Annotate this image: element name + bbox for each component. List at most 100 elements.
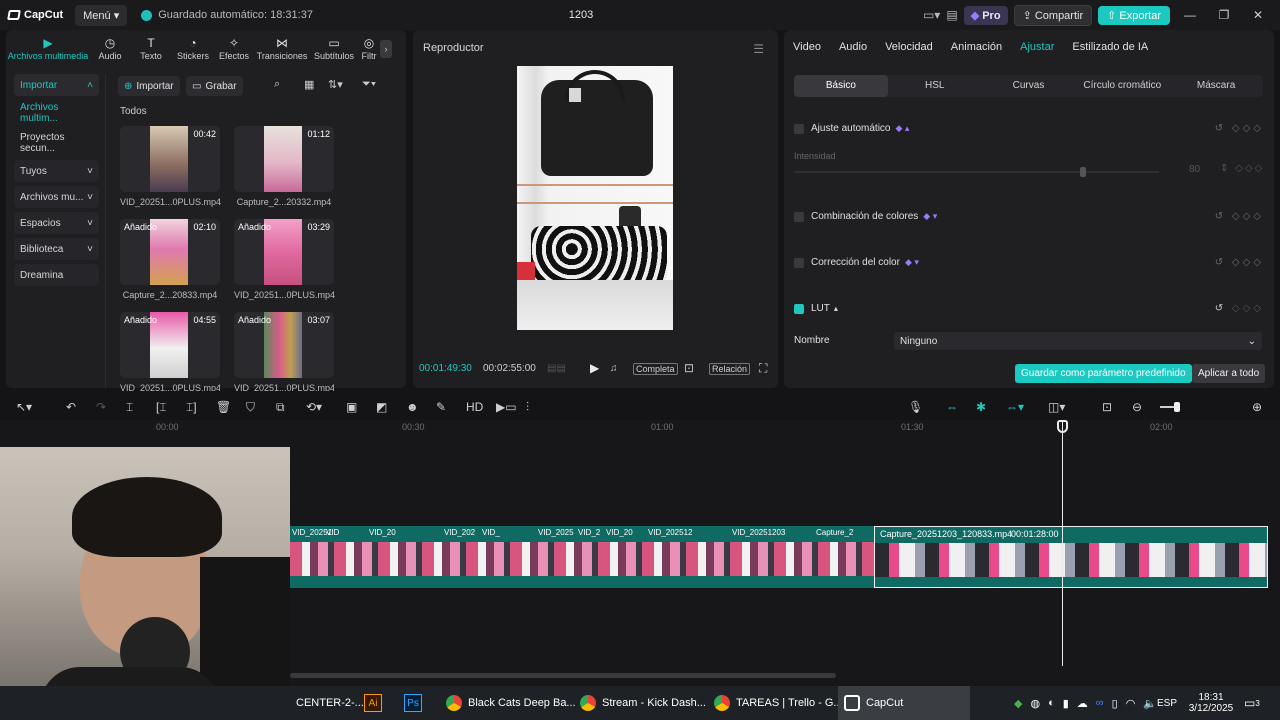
language-indicator[interactable]: ESP xyxy=(1157,686,1177,720)
shortcut-icon[interactable]: ▤ xyxy=(946,8,957,22)
media-clip[interactable]: Añadido 03:29 VID_20251...0PLUS.mp4 xyxy=(234,219,335,300)
notification-icon[interactable]: ▭ 3 xyxy=(1244,686,1260,720)
menu-button[interactable]: Menú ▾ xyxy=(75,4,128,26)
media-clip[interactable]: 00:42 VID_20251...0PLUS.mp4 xyxy=(120,126,221,207)
reset-keyframe-icon[interactable]: ↺ ◇◇◇ xyxy=(1215,211,1264,222)
auto-snap-icon[interactable]: ✱ xyxy=(976,400,986,414)
reset-keyframe-icon[interactable]: ↺ ◇◇◇ xyxy=(1215,123,1264,134)
crop-icon[interactable]: ⧉ xyxy=(276,400,285,415)
intensity-slider[interactable] xyxy=(794,171,1159,173)
intensity-value[interactable]: 80 xyxy=(1189,164,1200,175)
subtab-color-wheel[interactable]: Círculo cromático xyxy=(1075,75,1169,97)
zoom-slider-handle[interactable] xyxy=(1174,402,1180,412)
minimize-icon[interactable]: — xyxy=(1176,8,1204,22)
subtab-hsl[interactable]: HSL xyxy=(888,75,982,97)
save-preset-button[interactable]: Guardar como parámetro predefinido xyxy=(1015,364,1192,383)
grid-view-icon[interactable]: ▦ xyxy=(304,78,314,91)
tab-speed[interactable]: Velocidad xyxy=(876,41,942,53)
preview-axis-icon[interactable]: ◫▾ xyxy=(1048,400,1065,414)
transform-icon[interactable]: ◩ xyxy=(376,400,387,414)
tab-media[interactable]: ▶ Archivos multimedia xyxy=(6,32,90,68)
audio-wave-icon[interactable]: ⫶ xyxy=(526,400,529,415)
wifi-icon[interactable]: ◠ xyxy=(1126,697,1136,710)
record-button[interactable]: ▭ Grabar xyxy=(186,76,243,96)
sidebar-item-import[interactable]: Importar ˄ xyxy=(14,74,99,96)
tab-subtitles[interactable]: ▭ Subtítulos xyxy=(310,32,358,68)
tray-icon[interactable]: ◐ xyxy=(1048,697,1055,709)
media-clip[interactable]: Añadido 03:07 VID_20251...0PLUS.mp4 xyxy=(234,312,334,391)
layout-icon[interactable]: ▭▾ xyxy=(923,8,940,22)
color-correction-checkbox[interactable] xyxy=(794,257,804,268)
playhead[interactable] xyxy=(1062,420,1063,666)
media-clip[interactable]: Añadido 04:55 VID_20251...0PLUS.mp4 xyxy=(120,312,220,391)
sidebar-item-library[interactable]: Biblioteca ˅ xyxy=(14,238,99,260)
import-button[interactable]: ⊕ Importar xyxy=(118,76,180,96)
clock[interactable]: 18:31 3/12/2025 xyxy=(1186,686,1236,720)
undo-icon[interactable]: ↶ xyxy=(66,400,76,414)
lut-checkbox[interactable] xyxy=(794,303,804,314)
photoshop-icon[interactable]: Ps xyxy=(398,686,428,720)
sidebar-item-secondary-projects[interactable]: Proyectos secun... xyxy=(14,130,99,156)
search-icon[interactable]: ⌕ xyxy=(274,78,280,91)
full-button[interactable]: Completa xyxy=(633,363,678,375)
apply-all-button[interactable]: Aplicar a todo xyxy=(1192,364,1266,383)
delete-icon[interactable]: 🗑 xyxy=(216,400,231,414)
sidebar-item-media-files-2[interactable]: Archivos mu... ˅ xyxy=(14,186,99,208)
video-track-clips[interactable]: VID_20251 VID VID_20 VID_202 VID_ VID_20… xyxy=(290,526,874,588)
mask-shield-icon[interactable]: ⛉ xyxy=(246,400,255,415)
sidebar-item-media-files[interactable]: Archivos multim... xyxy=(14,100,99,126)
redo-icon[interactable]: ↷ xyxy=(96,400,106,414)
split-left-icon[interactable]: [⌶ xyxy=(156,400,167,415)
reset-keyframe-icon[interactable]: ↺ ◇◇◇ xyxy=(1215,257,1264,268)
tab-audio[interactable]: Audio xyxy=(830,41,876,53)
timeline-scrollbar[interactable] xyxy=(290,673,836,678)
volume-icon[interactable]: 🔈 xyxy=(1143,697,1157,710)
tab-effects[interactable]: ✧ Efectos xyxy=(214,32,254,68)
sidebar-item-spaces[interactable]: Espacios ˅ xyxy=(14,212,99,234)
music-note-icon[interactable]: ♫ xyxy=(610,363,618,374)
tab-text[interactable]: T Texto xyxy=(130,32,172,68)
tab-stickers[interactable]: ◔ Stickers xyxy=(172,32,214,68)
tab-audio[interactable]: ◷ Audio xyxy=(90,32,130,68)
hd-icon[interactable]: HD xyxy=(466,400,483,414)
battery-icon[interactable]: ▯ xyxy=(1112,697,1118,710)
magnet-link-icon[interactable]: ⇔ xyxy=(946,400,958,414)
sidebar-item-yours[interactable]: Tuyos ˅ xyxy=(14,160,99,182)
illustrator-icon[interactable]: Ai xyxy=(358,686,388,720)
tab-adjust[interactable]: Ajustar xyxy=(1011,41,1063,53)
tray-icon[interactable]: ◍ xyxy=(1030,697,1040,710)
mic-tray-icon[interactable]: ▮ xyxy=(1063,697,1069,710)
ratio-button[interactable]: Relación xyxy=(709,363,751,375)
taskbar-item[interactable]: Stream - Kick Dash... xyxy=(574,686,712,720)
selected-clip[interactable]: Capture_20251203_120833.mp4 00:01:28:00 xyxy=(874,526,1268,588)
lut-name-select[interactable]: Ninguno ⌄ xyxy=(894,332,1262,350)
share-button[interactable]: ⇪ Compartir xyxy=(1013,4,1093,26)
meta-icon[interactable]: ∞ xyxy=(1096,697,1104,709)
sidebar-item-dreamina[interactable]: Dreamina xyxy=(14,264,99,286)
close-icon[interactable]: ✕ xyxy=(1244,8,1272,22)
fullscreen-icon[interactable]: ⛶ xyxy=(759,361,767,376)
subtab-curves[interactable]: Curvas xyxy=(982,75,1076,97)
filter-funnel-icon[interactable]: ⏷▾ xyxy=(362,78,376,91)
split-right-icon[interactable]: ⌶] xyxy=(186,400,197,415)
subtab-basic[interactable]: Básico xyxy=(794,75,888,97)
export-button[interactable]: ⇧ Exportar xyxy=(1098,5,1170,25)
replace-icon[interactable]: ▣ xyxy=(346,400,357,414)
sort-icon[interactable]: ⇅▾ xyxy=(328,78,343,91)
select-cursor-icon[interactable]: ↖▾ xyxy=(16,400,32,414)
stepper-keyframe-icon[interactable]: ⇕ ◇◇◇ xyxy=(1220,163,1264,174)
person-cutout-icon[interactable]: ☻ xyxy=(406,400,419,414)
tab-transitions[interactable]: ⋈ Transiciones xyxy=(254,32,310,68)
tray-app-icon[interactable]: ◆ xyxy=(1014,697,1022,710)
split-icon[interactable]: ⌶ xyxy=(126,400,133,415)
timeline-list-icon[interactable]: ▤▤ xyxy=(547,363,566,374)
link-icon[interactable]: ⇔▾ xyxy=(1006,400,1024,414)
cloud-icon[interactable]: ☁ xyxy=(1077,697,1088,710)
reset-icon[interactable]: ↺ ◇◇◇ xyxy=(1215,303,1264,314)
tab-filters[interactable]: ◎ Filtr xyxy=(358,32,380,68)
video-preview[interactable] xyxy=(517,66,673,330)
color-match-checkbox[interactable] xyxy=(794,211,804,222)
zoom-in-icon[interactable]: ⊕ xyxy=(1252,400,1262,414)
auto-adjust-checkbox[interactable] xyxy=(794,123,804,134)
microphone-icon[interactable]: 🎙 xyxy=(908,400,923,414)
